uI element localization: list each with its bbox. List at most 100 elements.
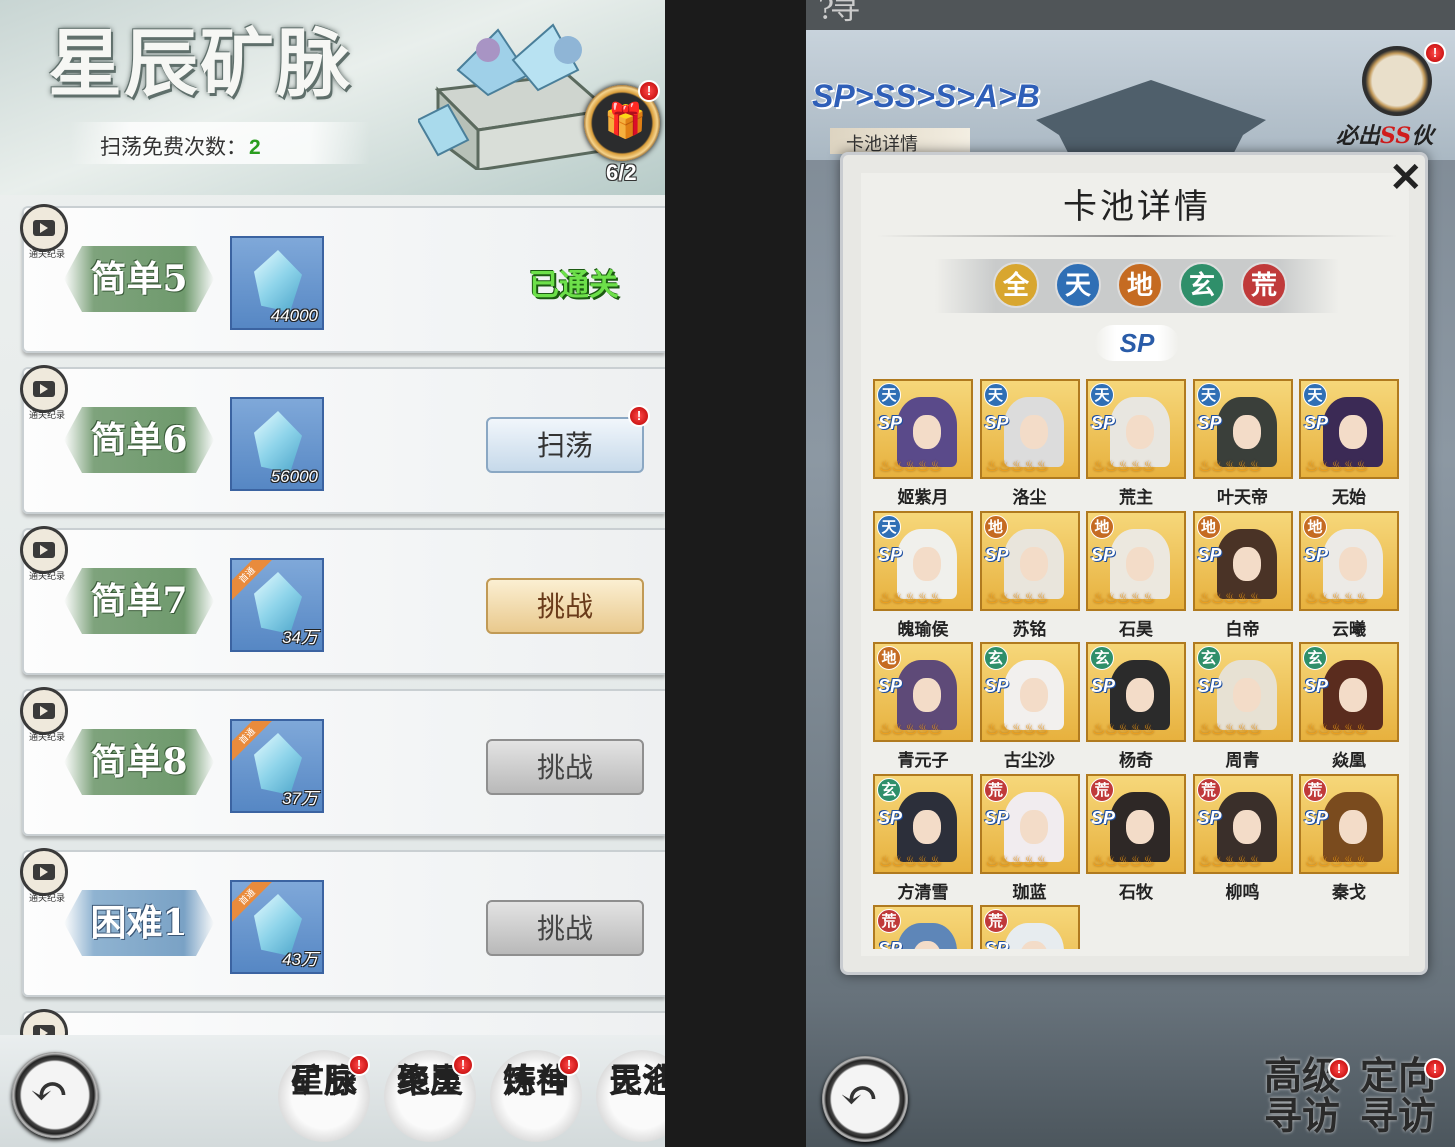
character-card[interactable]: 天 SP ♨♨♨♨♨ 叶天帝: [1192, 379, 1293, 508]
challenge-button[interactable]: 挑战: [486, 578, 644, 634]
grade-tag: SP: [1197, 807, 1222, 828]
reward-item[interactable]: 44000: [230, 236, 324, 330]
character-face: [913, 809, 941, 844]
back-arrow-icon: ↶: [840, 1068, 879, 1122]
character-card[interactable]: 荒SP♨♨♨♨♨: [873, 905, 973, 949]
filter-wild[interactable]: 荒: [1241, 262, 1287, 308]
grade-tag: SP: [984, 413, 1009, 433]
replay-record-icon[interactable]: 通关纪录: [20, 848, 68, 904]
star-flames-icon: ♨♨♨♨♨: [879, 851, 942, 870]
element-badge: 荒: [983, 909, 1008, 933]
reward-item[interactable]: 首通 34万: [230, 558, 324, 652]
character-portrait: 天 SP ♨♨♨♨♨: [1086, 379, 1186, 479]
challenge-button-locked[interactable]: 挑战: [486, 739, 644, 795]
grade-header: SP: [1095, 325, 1179, 361]
grade-tag: SP: [1197, 544, 1222, 565]
character-card[interactable]: 天 SP ♨♨♨♨♨ 洛尘: [979, 379, 1080, 508]
grade-tag: SP: [1304, 544, 1329, 565]
character-card[interactable]: 地 SP ♨♨♨♨♨ 石昊: [1086, 510, 1186, 640]
reward-item[interactable]: 56000: [230, 397, 324, 491]
replay-record-icon[interactable]: 通关纪录: [20, 526, 68, 582]
challenge-button-locked[interactable]: 挑战: [486, 900, 644, 956]
mine-header: 星辰矿脉 扫荡免费次数：2 🎁 ! 6/2: [0, 0, 665, 195]
notification-dot: !: [558, 1054, 580, 1076]
character-name: 洛尘: [1012, 488, 1047, 508]
back-arrow-icon: ↶: [30, 1064, 69, 1118]
element-badge: 荒: [1303, 777, 1327, 802]
star-flames-icon: ♨♨♨♨♨: [1198, 851, 1262, 870]
reward-item[interactable]: 首通 37万: [230, 719, 324, 813]
character-name: 古尘沙: [1004, 751, 1055, 771]
star-flames-icon: ♨♨♨♨♨: [985, 457, 1049, 475]
crystal-icon: [254, 250, 302, 312]
back-button[interactable]: ↶: [12, 1052, 98, 1138]
character-face: [1019, 546, 1048, 581]
replay-record-icon[interactable]: 通关纪录: [20, 204, 68, 260]
grade-tag: SP: [1304, 676, 1329, 696]
reward-quantity: 37万: [282, 789, 318, 808]
element-badge: 玄: [1090, 646, 1114, 670]
character-card[interactable]: 玄 SP ♨♨♨♨♨ 杨奇: [1086, 642, 1186, 771]
character-card[interactable]: 玄 SP ♨♨♨♨♨ 方清雪: [873, 773, 973, 903]
grade-tag: SP: [1197, 413, 1222, 433]
character-card[interactable]: 荒 SP ♨♨♨♨♨ 珈蓝: [979, 773, 1080, 903]
character-card[interactable]: 玄 SP ♨♨♨♨♨ 古尘沙: [979, 642, 1080, 771]
character-portrait: 玄 SP ♨♨♨♨♨: [979, 642, 1080, 742]
character-card[interactable]: 地 SP ♨♨♨♨♨ 青元子: [873, 642, 973, 771]
star-flames-icon: ♨♨♨♨♨: [1305, 851, 1368, 870]
character-portrait: 天 SP ♨♨♨♨♨: [1192, 379, 1293, 479]
grade-tag: SP: [984, 544, 1009, 565]
character-name: 荒主: [1119, 488, 1153, 508]
element-badge: 地: [1196, 514, 1221, 539]
cleared-status: 已通关: [529, 268, 619, 303]
character-name: 秦戈: [1332, 882, 1366, 903]
element-filter-tabs: 全 天 地 玄 荒: [935, 259, 1339, 313]
grade-tag: SP: [878, 676, 903, 696]
level-label: 简单8: [64, 729, 214, 795]
sweep-button[interactable]: 扫荡: [486, 417, 644, 473]
character-card[interactable]: 荒 SP ♨♨♨♨♨ 秦戈: [1299, 773, 1399, 903]
reward-quantity: 34万: [282, 628, 318, 647]
pool-details-tab[interactable]: 卡池详情: [830, 128, 970, 155]
element-badge: 地: [983, 514, 1008, 539]
star-flames-icon: ♨♨♨♨♨: [879, 720, 942, 738]
replay-record-icon[interactable]: 通关纪录: [20, 365, 68, 421]
grade-tag: SP: [1091, 413, 1116, 433]
character-card[interactable]: 天 SP ♨♨♨♨♨ 无始: [1299, 379, 1399, 508]
level-label: 简单5: [64, 246, 214, 312]
character-card[interactable]: 荒 SP ♨♨♨♨♨ 柳鸣: [1192, 773, 1293, 903]
reward-item[interactable]: 首通 43万: [230, 880, 324, 974]
notification-dot: !: [1424, 1058, 1446, 1080]
character-face: [1019, 809, 1048, 844]
gift-icon: 🎁: [604, 101, 647, 141]
star-flames-icon: ♨♨♨♨♨: [1198, 720, 1262, 738]
featured-avatar[interactable]: [1362, 46, 1432, 116]
character-portrait: 地 SP ♨♨♨♨♨: [979, 510, 1080, 611]
filter-heaven[interactable]: 天: [1055, 262, 1101, 308]
free-sweep-counter: 扫荡免费次数：2: [70, 122, 370, 164]
free-sweep-count: 2: [249, 136, 261, 159]
element-badge: 玄: [1303, 646, 1327, 670]
grade-tag: SP: [878, 544, 903, 565]
character-card[interactable]: 玄 SP ♨♨♨♨♨ 焱凰: [1299, 642, 1399, 771]
character-card[interactable]: 天 SP ♨♨♨♨♨ 魄瑜侯: [873, 510, 973, 640]
filter-mystic[interactable]: 玄: [1179, 262, 1225, 308]
back-button[interactable]: ↶: [822, 1056, 908, 1142]
character-card[interactable]: 荒SP♨♨♨♨♨: [979, 905, 1080, 949]
character-portrait: 天 SP ♨♨♨♨♨: [1299, 379, 1399, 479]
filter-earth[interactable]: 地: [1117, 262, 1163, 308]
character-card[interactable]: 地 SP ♨♨♨♨♨ 云曦: [1299, 510, 1399, 640]
top-bar: ? 寻仙楼: [806, 0, 1455, 115]
character-card[interactable]: 地 SP ♨♨♨♨♨ 白帝: [1192, 510, 1293, 640]
close-icon[interactable]: ✕: [1389, 155, 1423, 201]
character-portrait: 玄 SP ♨♨♨♨♨: [873, 773, 973, 874]
character-portrait: 荒SP♨♨♨♨♨: [979, 905, 1080, 949]
character-card[interactable]: 天 SP ♨♨♨♨♨ 姬紫月: [873, 379, 973, 508]
notification-dot: !: [452, 1054, 474, 1076]
filter-all[interactable]: 全: [993, 262, 1039, 308]
character-card[interactable]: 荒 SP ♨♨♨♨♨ 石牧: [1086, 773, 1186, 903]
character-card[interactable]: 玄 SP ♨♨♨♨♨ 周青: [1192, 642, 1293, 771]
character-card[interactable]: 天 SP ♨♨♨♨♨ 荒主: [1086, 379, 1186, 508]
character-card[interactable]: 地 SP ♨♨♨♨♨ 苏铭: [979, 510, 1080, 640]
replay-record-icon[interactable]: 通关纪录: [20, 687, 68, 743]
